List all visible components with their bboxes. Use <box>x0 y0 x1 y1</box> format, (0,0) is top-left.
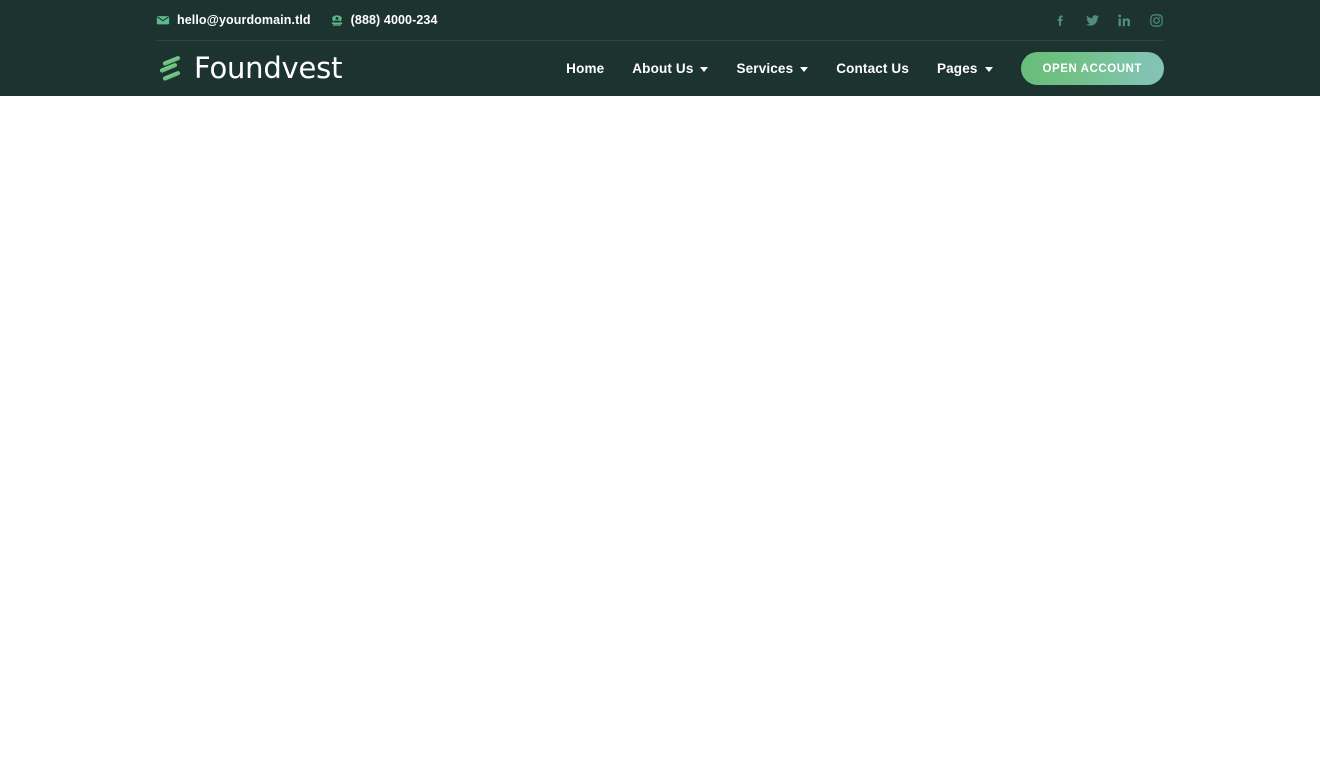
contact-phone-text: (888) 4000-234 <box>350 12 438 27</box>
page-content-area <box>0 96 1320 757</box>
nav-link-pages[interactable]: Pages <box>923 53 1007 84</box>
nav-menu: Home About Us Services Contact Us Pages <box>552 53 1006 84</box>
nav-link-about-us[interactable]: About Us <box>618 53 722 84</box>
linkedin-icon[interactable] <box>1117 13 1132 28</box>
top-utility-bar: hello@yourdomain.tld (888) 4000-234 <box>156 0 1164 41</box>
chevron-down-icon <box>984 66 993 72</box>
contact-email-text: hello@yourdomain.tld <box>177 12 311 27</box>
header-container: hello@yourdomain.tld (888) 4000-234 Foun… <box>156 0 1164 96</box>
chevron-down-icon <box>700 66 709 72</box>
nav-item-services: Services <box>722 53 822 84</box>
nav-label-contact-us: Contact Us <box>836 61 909 76</box>
main-navbar: Foundvest Home About Us Services Contact… <box>156 41 1164 96</box>
chevron-down-icon <box>800 66 809 72</box>
brand-logo[interactable]: Foundvest <box>156 54 342 84</box>
brand-name: Foundvest <box>194 51 343 85</box>
nav-label-about-us: About Us <box>632 61 694 76</box>
telephone-icon <box>330 13 344 27</box>
facebook-icon[interactable] <box>1053 13 1068 28</box>
nav-item-contact-us: Contact Us <box>822 53 923 84</box>
contact-info-group: hello@yourdomain.tld (888) 4000-234 <box>156 13 438 27</box>
nav-label-home: Home <box>566 61 605 76</box>
nav-label-pages: Pages <box>937 61 978 76</box>
envelope-icon <box>156 13 170 27</box>
foundvest-bars-logo-icon <box>156 54 186 84</box>
nav-link-home[interactable]: Home <box>552 53 618 84</box>
contact-phone[interactable]: (888) 4000-234 <box>330 13 438 27</box>
nav-item-about-us: About Us <box>618 53 722 84</box>
nav-link-services[interactable]: Services <box>722 53 822 84</box>
twitter-icon[interactable] <box>1085 13 1100 28</box>
open-account-button[interactable]: OPEN ACCOUNT <box>1020 52 1164 85</box>
nav-and-cta: Home About Us Services Contact Us Pages … <box>552 52 1164 85</box>
social-links-group <box>1053 13 1164 28</box>
site-header: hello@yourdomain.tld (888) 4000-234 Foun… <box>0 0 1320 96</box>
nav-item-home: Home <box>552 53 618 84</box>
contact-email[interactable]: hello@yourdomain.tld <box>156 13 311 27</box>
nav-link-contact-us[interactable]: Contact Us <box>822 53 923 84</box>
nav-label-services: Services <box>736 61 794 76</box>
instagram-icon[interactable] <box>1149 13 1164 28</box>
nav-item-pages: Pages <box>923 53 1007 84</box>
